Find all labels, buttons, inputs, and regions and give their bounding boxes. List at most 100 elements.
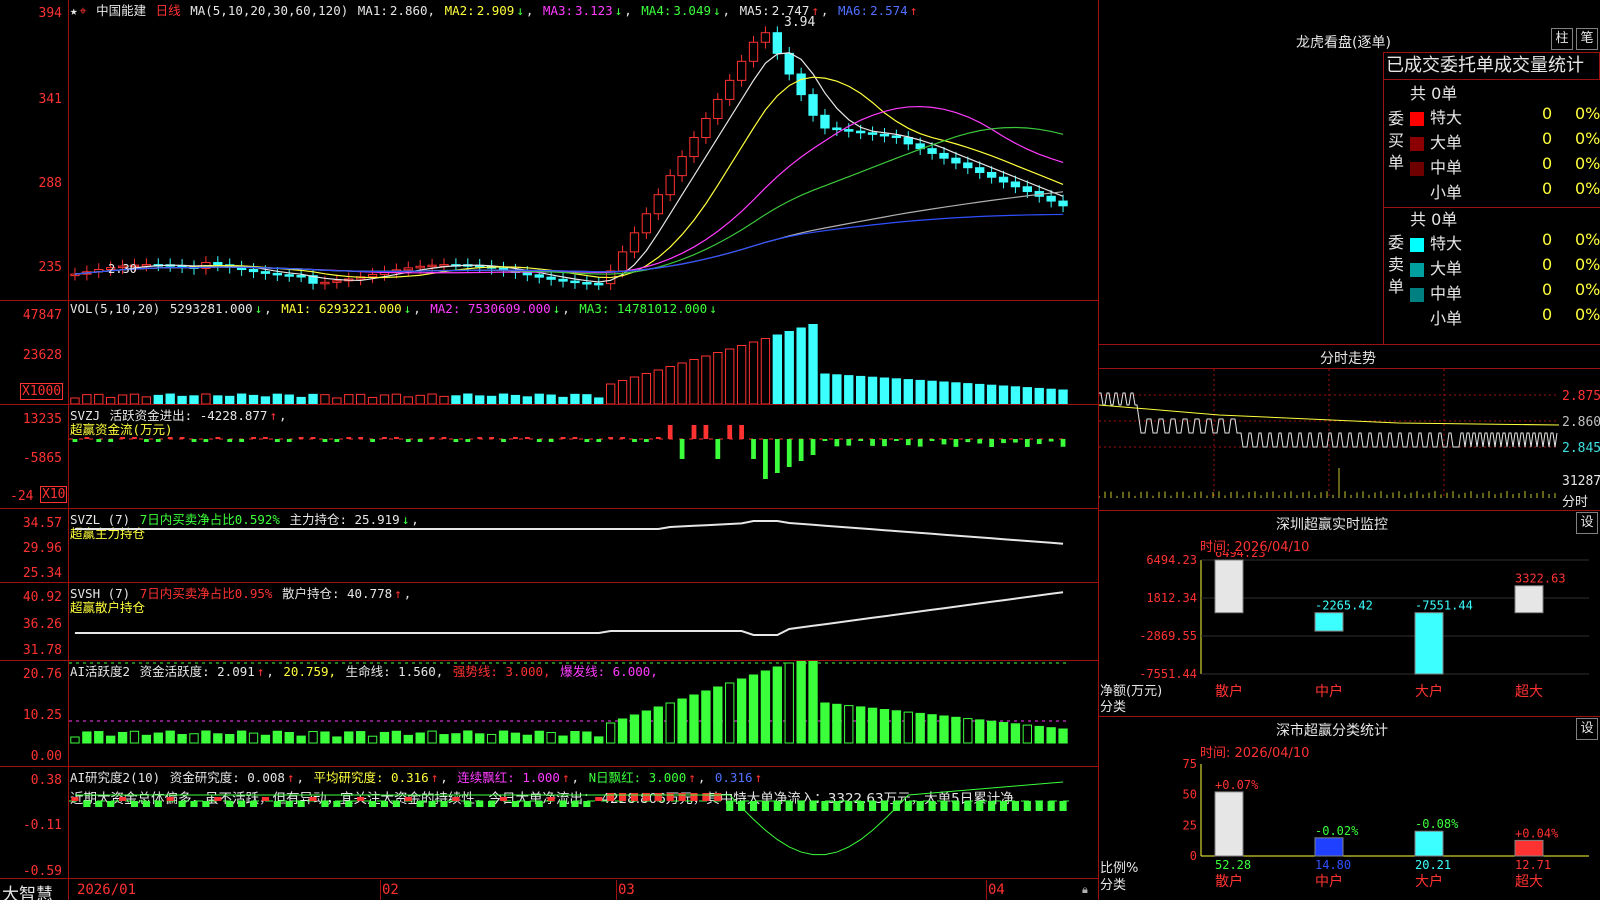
activity-bar: [248, 732, 259, 744]
candle: [332, 280, 342, 283]
volume-bar: [677, 362, 687, 404]
activity-bar: [879, 709, 890, 744]
flow-bar: [239, 439, 244, 442]
candle: [582, 282, 592, 285]
research-bar: [595, 797, 603, 801]
research-bar: [690, 793, 698, 801]
divider: [1098, 344, 1600, 345]
volume-bar: [629, 376, 640, 404]
buy-total: 共 0单: [1410, 84, 1458, 103]
svzj-chart[interactable]: [69, 405, 1098, 508]
activity-bar: [582, 731, 592, 744]
axis-tick: 25: [1183, 818, 1197, 832]
intraday-chart[interactable]: [1099, 369, 1559, 509]
activity-bar: [522, 734, 532, 744]
order-size-label: 大单: [1430, 259, 1463, 278]
volume-bar: [356, 393, 366, 404]
order-count: 0: [1542, 280, 1553, 299]
research-bar: [988, 801, 996, 811]
research-bar: [190, 801, 198, 807]
svsh-chart[interactable]: [69, 583, 1098, 660]
divider: [1383, 80, 1384, 344]
research-bar: [714, 793, 722, 801]
lock-icon[interactable]: 🔒︎: [1082, 883, 1088, 897]
activity-bar: [844, 705, 854, 744]
activity-bar: [82, 731, 92, 744]
sz-monitor-chart[interactable]: 6494.23 1812.34 -2869.55 -7551.44 6494.23 散户 -…: [1099, 552, 1600, 712]
tab-volume-stats[interactable]: 成交量统计: [1494, 55, 1584, 76]
sz-class-chart[interactable]: 75 50 25 0 +0.07% 52.28散户 -0.02% 14.80中户 -0.08% 2…: [1099, 756, 1600, 900]
flow-bar: [584, 439, 590, 442]
svzl-chart[interactable]: [69, 509, 1098, 582]
candle: [748, 41, 759, 62]
bar-mode-button[interactable]: 柱: [1551, 28, 1573, 50]
order-percent: 0%: [1575, 154, 1600, 173]
axis-tick: 75: [1183, 757, 1197, 771]
flow-bar: [536, 439, 542, 442]
activity-bar: [475, 733, 485, 744]
candle: [1046, 195, 1056, 202]
flow-bar: [644, 439, 649, 442]
candlestick-chart[interactable]: [69, 12, 1098, 300]
research-bar: [345, 801, 353, 807]
research-bar: [630, 793, 639, 801]
candle: [927, 148, 937, 154]
ai2-chart[interactable]: [69, 661, 1098, 766]
tick-mode-button[interactable]: 笔: [1576, 28, 1598, 50]
flow-bar: [489, 437, 494, 439]
flow-bar: [1036, 439, 1042, 445]
volume-bar: [986, 384, 997, 404]
volume-bar: [129, 393, 140, 404]
volume-bar: [475, 395, 485, 404]
legend-swatch: [1410, 186, 1424, 201]
sz-class-settings-button[interactable]: 设: [1576, 718, 1598, 740]
flow-bar: [310, 437, 316, 439]
vol-axis-label: 23628: [22, 348, 62, 363]
volume-bar: [665, 366, 675, 404]
flow-bar: [739, 425, 744, 439]
volume-bar: [94, 393, 104, 404]
sell-orders-label: 委卖单: [1387, 233, 1404, 296]
order-count: 0: [1542, 129, 1553, 148]
order-percent: 0%: [1575, 129, 1600, 148]
intraday-vol-label: 31287: [1562, 474, 1600, 489]
volume-bar: [82, 394, 92, 404]
holding-line: [74, 591, 1064, 636]
order-row: 中单 0 0%: [1410, 154, 1600, 178]
volume-bar: [415, 394, 425, 404]
research-bar: [928, 801, 936, 811]
research-bar: [916, 801, 924, 811]
volume-chart[interactable]: [69, 316, 1098, 404]
vol-arrow: ↓: [254, 301, 263, 316]
volume-bar: [784, 331, 794, 404]
order-count: 0: [1542, 154, 1553, 173]
candle: [760, 32, 771, 43]
tab-orders[interactable]: 委托单: [1440, 55, 1494, 76]
ai-res-chart[interactable]: [69, 767, 1098, 878]
flow-bar: [905, 439, 911, 446]
activity-bar: [391, 730, 402, 744]
flow-bar: [417, 439, 423, 442]
activity-bar: [760, 670, 771, 744]
tab-traded[interactable]: 已成交: [1384, 55, 1440, 76]
research-bar: [523, 801, 531, 807]
research-bar: [1035, 801, 1043, 811]
volume-bar: [570, 393, 580, 404]
flow-bar: [751, 439, 756, 459]
activity-bar: [915, 712, 925, 744]
category-label: 散户: [1215, 683, 1243, 700]
flow-bar: [989, 439, 994, 447]
flow-bar: [870, 439, 875, 446]
volume-bar: [582, 394, 592, 404]
research-bar: [309, 797, 317, 801]
candle: [784, 52, 794, 75]
svzj-axis-label: -5865: [22, 451, 62, 466]
bar-value-label: -7551.44: [1415, 599, 1473, 613]
research-bar: [297, 801, 305, 807]
volume-bar: [760, 338, 771, 404]
flow-bar: [846, 439, 852, 446]
sz-monitor-settings-button[interactable]: 设: [1576, 512, 1598, 534]
volume-bar: [689, 359, 699, 404]
research-bar: [726, 801, 734, 811]
volume-bar: [106, 396, 116, 404]
